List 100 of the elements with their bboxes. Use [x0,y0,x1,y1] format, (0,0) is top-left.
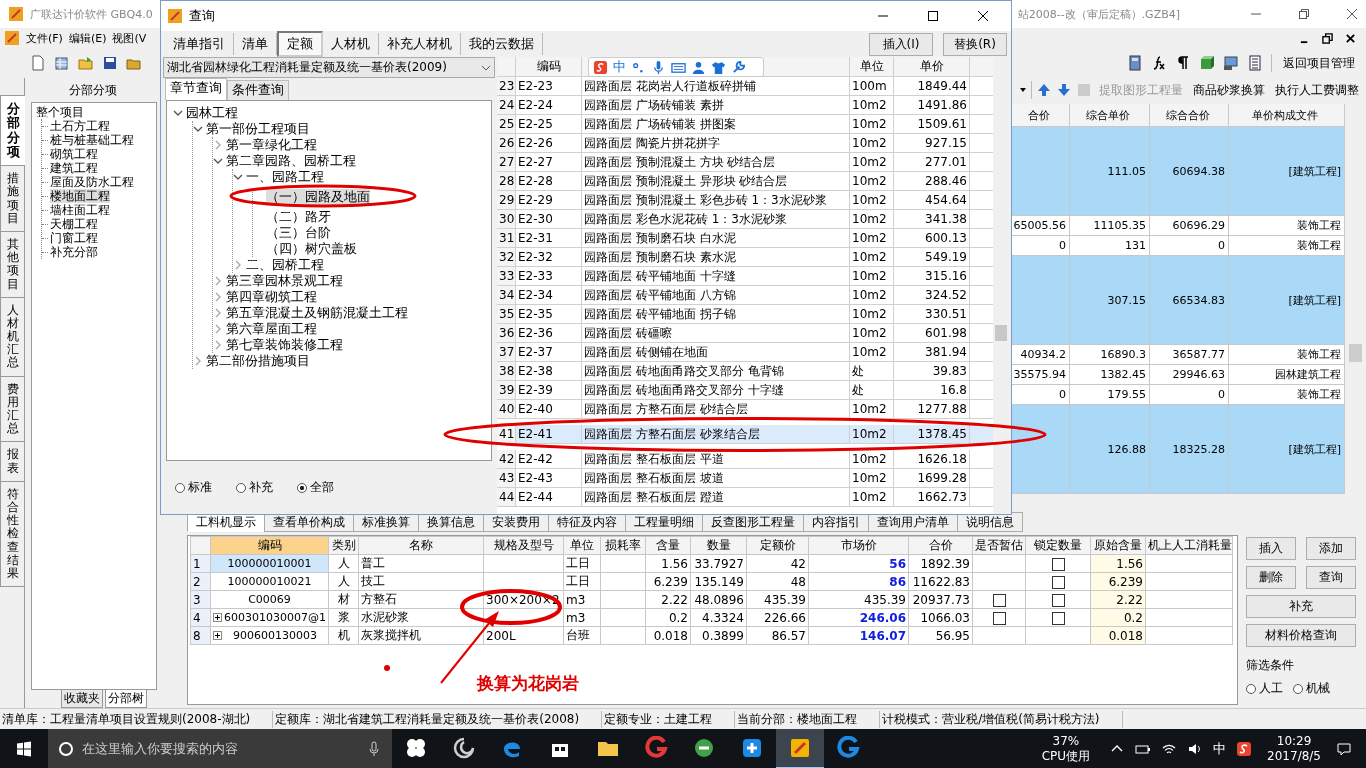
tree-item[interactable]: 二、园桥工程 [246,256,324,274]
table-cell: 园路面层 广场砖铺装 素拼 [582,96,850,114]
column-header[interactable]: 数量 [690,536,747,555]
tree-item[interactable]: 土石方工程 [50,119,110,133]
tree-item[interactable]: 楼地面工程 [50,189,110,203]
tree-item[interactable]: 第二部份措施项目 [206,352,310,370]
column-header[interactable]: 编码 [210,536,329,555]
tree-item[interactable]: 门窗工程 [50,231,98,245]
column-header[interactable]: 损耗率 [600,536,646,555]
table-cell: 0 [1150,385,1229,404]
toolbar-button[interactable]: 商品砂浆换算 [1190,81,1268,99]
tree-item[interactable]: 第四章砌筑工程 [226,288,317,306]
table-cell: E2-39 [516,381,582,399]
row-number: 32 [497,248,516,266]
tree-item[interactable]: 第三章园林景观工程 [226,272,343,290]
column-header[interactable]: 单价 [894,57,970,76]
column-header[interactable]: 是否暂估 [972,536,1026,555]
column-header[interactable]: 单位 [563,536,601,555]
tree-item[interactable]: 第一章绿化工程 [226,136,317,154]
tab[interactable]: 我的云数据 [461,33,543,55]
return-button[interactable]: 返回项目管理 [1280,54,1358,72]
column-header[interactable]: 类别 [328,536,359,555]
tree-item[interactable]: 第五章混凝土及钢筋混凝土工程 [226,304,408,322]
panel-tab[interactable]: 收藏夹 [61,690,103,708]
tab[interactable]: 人材机 [323,33,379,55]
tree-item[interactable]: （二）路牙 [266,208,331,226]
menu-item[interactable]: 文件(F) [26,30,63,46]
table-cell: 园路面层 预制混凝土 方块 砂结合层 [582,153,850,171]
search-field[interactable]: 在这里输入你要搜索的内容 [48,729,392,768]
tree-item[interactable]: 第六章屋面工程 [226,320,317,338]
table-cell: 水泥砂浆 [358,608,484,627]
dialog-button[interactable]: 插入(I) [869,32,933,56]
tree-item[interactable]: （三）台阶 [266,224,331,242]
action-button[interactable]: 补充 [1246,595,1356,618]
tree-item[interactable]: 第七章装饰装修工程 [226,336,343,354]
tree-item[interactable]: 砌筑工程 [50,147,98,161]
table-cell: 10m2 [850,286,894,304]
table-cell: 1892.39 [908,554,973,573]
tree-item[interactable]: 园林工程 [186,104,238,122]
tab[interactable]: 定额 [277,31,323,57]
input-mode[interactable]: 中 [613,58,626,76]
table-cell: 10m2 [850,450,894,468]
column-header[interactable]: 市场价 [808,536,909,555]
tab[interactable]: 条件查询 [227,80,289,101]
table-cell: m3 [563,590,601,609]
row-number: 23 [497,77,516,95]
column-header[interactable]: 规格及型号 [483,536,564,555]
column-header[interactable]: 综合单价 [1070,104,1150,126]
table-cell: 16890.3 [1070,345,1150,364]
tab[interactable]: 章节查询 [165,78,227,101]
table-cell: 226.66 [746,608,809,627]
tree-item[interactable]: 建筑工程 [50,161,98,175]
menu-item[interactable]: 编辑(E) [68,30,107,46]
tree-item[interactable]: 墙柱面工程 [50,203,110,217]
radio-button[interactable]: 机械 [1293,680,1330,697]
tree-item[interactable]: 第一部份工程项目 [206,120,310,138]
library-dropdown[interactable]: 湖北省园林绿化工程消耗量定额及统一基价表(2009) [163,57,495,79]
tree-item[interactable]: （四）树穴盖板 [266,240,357,258]
table-cell: 111.05 [1070,127,1150,215]
dialog-button[interactable]: 替换(R) [943,32,1007,56]
column-header[interactable]: 原始含量 [1090,536,1146,555]
column-header[interactable]: 合价 [908,536,973,555]
row-number: 31 [497,229,516,247]
menu-item[interactable]: 视图(V [112,30,147,46]
column-header[interactable]: 定额价 [746,536,809,555]
action-button[interactable]: 添加 [1306,537,1356,560]
input-method-indicator[interactable]: 中 [1213,740,1227,758]
tree-item[interactable]: 桩与桩基础工程 [50,133,134,147]
radio-button[interactable]: 全部 [297,479,334,496]
column-header[interactable]: 锁定数量 [1025,536,1091,555]
table-cell: m3 [563,608,601,627]
column-header[interactable]: 名称 [358,536,484,555]
radio-button[interactable]: 标准 [175,479,212,496]
column-header[interactable]: 机上人工消耗量 [1145,536,1233,555]
table-cell: 135.149 [690,572,747,591]
tree-item[interactable]: 第二章园路、园桥工程 [226,152,356,170]
column-header[interactable]: 综合合价 [1150,104,1229,126]
tree-item[interactable]: 一、园路工程 [246,168,324,186]
tab[interactable]: 清单指引 [165,33,234,55]
action-button[interactable]: 删除 [1246,566,1296,589]
action-button[interactable]: 插入 [1246,537,1296,560]
tree-item[interactable]: 整个项目 [36,105,84,119]
toolbar-button[interactable]: 执行人工费调整 [1272,81,1362,99]
action-button[interactable]: 查询 [1306,566,1356,589]
tree-item[interactable]: 屋面及防水工程 [50,175,134,189]
radio-button[interactable]: 人工 [1246,680,1283,697]
side-tab[interactable]: 符合性检查结果 [0,480,24,588]
side-tab[interactable]: 分部分项 [0,95,25,167]
table-cell: 454.64 [894,191,970,209]
tab[interactable]: 补充人材机 [379,33,461,55]
tree-item[interactable]: 天棚工程 [50,217,98,231]
table-cell: 园路面层 方整石面层 砂浆结合层 [582,425,850,443]
column-header[interactable]: 含量 [645,536,691,555]
table-cell: 341.38 [894,210,970,228]
column-header[interactable]: 编码 [516,57,582,76]
panel-tab[interactable]: 分部树 [105,690,147,708]
action-button[interactable]: 材料价格查询 [1246,624,1356,647]
tree-item[interactable]: 补充分部 [50,245,98,259]
radio-button[interactable]: 补充 [236,479,273,496]
column-header[interactable]: 单位 [850,57,894,76]
